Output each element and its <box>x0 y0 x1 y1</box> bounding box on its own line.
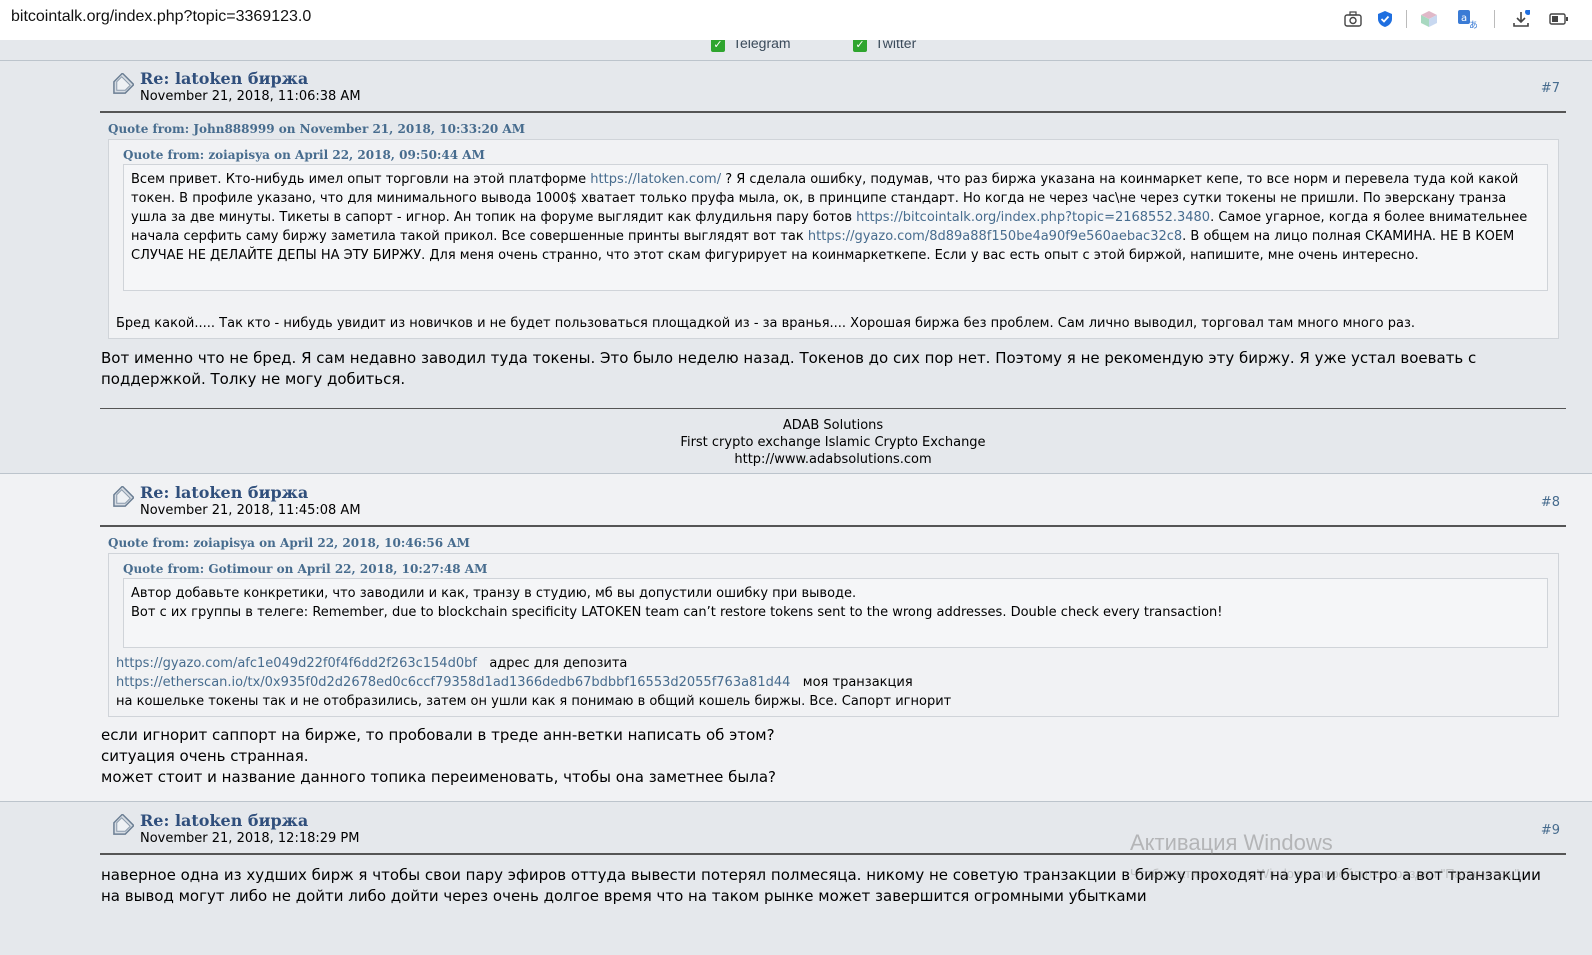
quote-link[interactable]: https://gyazo.com/afc1e049d22f0f4f6dd2f2… <box>116 656 477 671</box>
windows-activation-subtitle: Чтобы активировать Windows, перейдите в … <box>1130 866 1523 881</box>
post-divider <box>100 111 1566 113</box>
quote-box: Quote from: zoiapisya on April 22, 2018,… <box>108 139 1559 339</box>
browser-address-bar[interactable]: bitcointalk.org/index.php?topic=3369123.… <box>0 0 1592 40</box>
check-icon: ✓ <box>853 40 867 52</box>
toolbar-divider <box>1406 10 1407 28</box>
quote-box-nested: Автор добавьте конкретики, что заводили … <box>123 578 1548 648</box>
quote-text: Вот с их группы в телеге: Remember, due … <box>131 605 1223 620</box>
post-date: November 21, 2018, 12:18:29 PM <box>140 831 360 846</box>
quote-header[interactable]: Quote from: John888999 on November 21, 2… <box>108 122 525 136</box>
quote-header[interactable]: Quote from: zoiapisya on April 22, 2018,… <box>123 146 485 165</box>
camera-icon[interactable] <box>1342 8 1364 30</box>
post-title[interactable]: Re: latoken биржа <box>140 69 308 88</box>
post-title[interactable]: Re: latoken биржа <box>140 483 308 502</box>
quote-text: Автор добавьте конкретики, что заводили … <box>131 586 857 601</box>
post-body-line: если игнорит саппорт на бирже, то пробов… <box>101 726 775 744</box>
post-body-line: ситуация очень странная. <box>101 747 309 765</box>
svg-text:a: a <box>1461 13 1467 24</box>
quote-box-nested: Всем привет. Кто-нибудь имел опыт торгов… <box>123 164 1548 291</box>
download-icon[interactable] <box>1510 8 1532 30</box>
quote-link[interactable]: https://bitcointalk.org/index.php?topic=… <box>856 210 1210 225</box>
post-body: Вот именно что не бред. Я сам недавно за… <box>101 349 1477 388</box>
shield-check-icon[interactable] <box>1374 8 1396 30</box>
svg-text:あ: あ <box>1469 20 1477 29</box>
cube-icon[interactable] <box>1418 8 1440 30</box>
signature-divider <box>100 408 1566 409</box>
quote-text-block: https://gyazo.com/afc1e049d22f0f4f6dd2f2… <box>116 654 1546 711</box>
forum-post: Re: latoken биржа November 21, 2018, 11:… <box>0 60 1592 474</box>
quote-header[interactable]: Quote from: zoiapisya on April 22, 2018,… <box>108 536 470 550</box>
quote-box: Quote from: Gotimour on April 22, 2018, … <box>108 553 1559 717</box>
quote-header[interactable]: Quote from: Gotimour on April 22, 2018, … <box>123 560 487 579</box>
post-icon <box>113 73 134 94</box>
forum-post: Re: latoken биржа November 21, 2018, 11:… <box>0 473 1592 802</box>
signature-link-twitter[interactable]: Twitter <box>875 40 916 51</box>
check-icon: ✓ <box>711 40 725 52</box>
quote-text: на кошельке токены так и не отобразились… <box>116 694 952 709</box>
post-number[interactable]: #7 <box>1541 81 1560 96</box>
quote-text: моя транзакция <box>802 675 913 690</box>
post-number[interactable]: #9 <box>1541 823 1560 838</box>
quote-text: Бред какой..... Так кто - нибудь увидит … <box>116 316 1416 331</box>
post-icon <box>113 814 134 835</box>
post-body-line: может стоит и название данного топика пе… <box>101 768 777 786</box>
quote-link[interactable]: https://etherscan.io/tx/0x935f0d2d2678ed… <box>116 675 790 690</box>
translate-icon[interactable]: aあ <box>1456 8 1478 30</box>
post-date: November 21, 2018, 11:06:38 AM <box>140 89 361 104</box>
url-text[interactable]: bitcointalk.org/index.php?topic=3369123.… <box>11 8 311 26</box>
post-date: November 21, 2018, 11:45:08 AM <box>140 503 361 518</box>
quote-text: адрес для депозита <box>489 656 628 671</box>
windows-activation-watermark: Активация Windows <box>1130 830 1333 855</box>
post-signature: ADAB Solutions First crypto exchange Isl… <box>100 417 1566 468</box>
signature-link-telegram[interactable]: Telegram <box>733 40 791 51</box>
post-divider <box>100 853 1566 855</box>
quote-link[interactable]: https://latoken.com/ <box>590 172 721 187</box>
signature-line: ADAB Solutions <box>782 418 884 433</box>
post-body: если игнорит саппорт на бирже, то пробов… <box>101 725 1551 788</box>
signature-line: First crypto exchange Islamic Crypto Exc… <box>680 435 986 450</box>
previous-post-signature: ✓ Telegram ✓ Twitter <box>0 40 1592 60</box>
battery-icon[interactable] <box>1548 8 1570 30</box>
toolbar-divider <box>1494 10 1495 28</box>
quote-text: Всем привет. Кто-нибудь имел опыт торгов… <box>131 172 591 187</box>
quote-link[interactable]: https://gyazo.com/8d89a88f150be4a90f9e56… <box>808 229 1182 244</box>
post-title[interactable]: Re: latoken биржа <box>140 811 308 830</box>
post-divider <box>100 525 1566 527</box>
post-icon <box>113 486 134 507</box>
post-number[interactable]: #8 <box>1541 495 1560 510</box>
signature-link[interactable]: http://www.adabsolutions.com <box>100 451 1566 468</box>
